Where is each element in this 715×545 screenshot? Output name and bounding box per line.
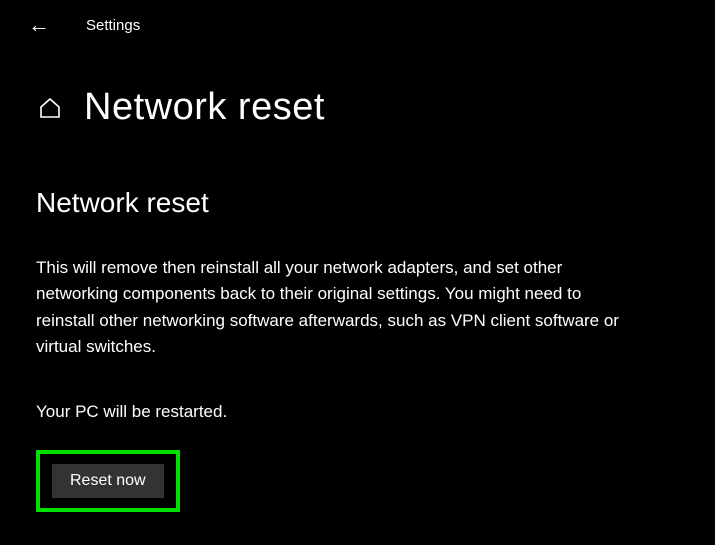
reset-now-button[interactable]: Reset now: [52, 464, 164, 498]
highlight-box: Reset now: [36, 450, 180, 512]
back-arrow-icon[interactable]: ←: [28, 14, 50, 36]
content-region: Network reset This will remove then rein…: [0, 129, 680, 512]
page-header: Network reset: [0, 36, 715, 129]
content-heading: Network reset: [36, 187, 644, 219]
restart-note: Your PC will be restarted.: [36, 402, 644, 422]
app-title: Settings: [86, 17, 140, 34]
topbar: ← Settings: [0, 0, 715, 36]
content-description: This will remove then reinstall all your…: [36, 255, 644, 360]
page-title: Network reset: [84, 86, 325, 129]
home-icon[interactable]: [38, 96, 62, 120]
